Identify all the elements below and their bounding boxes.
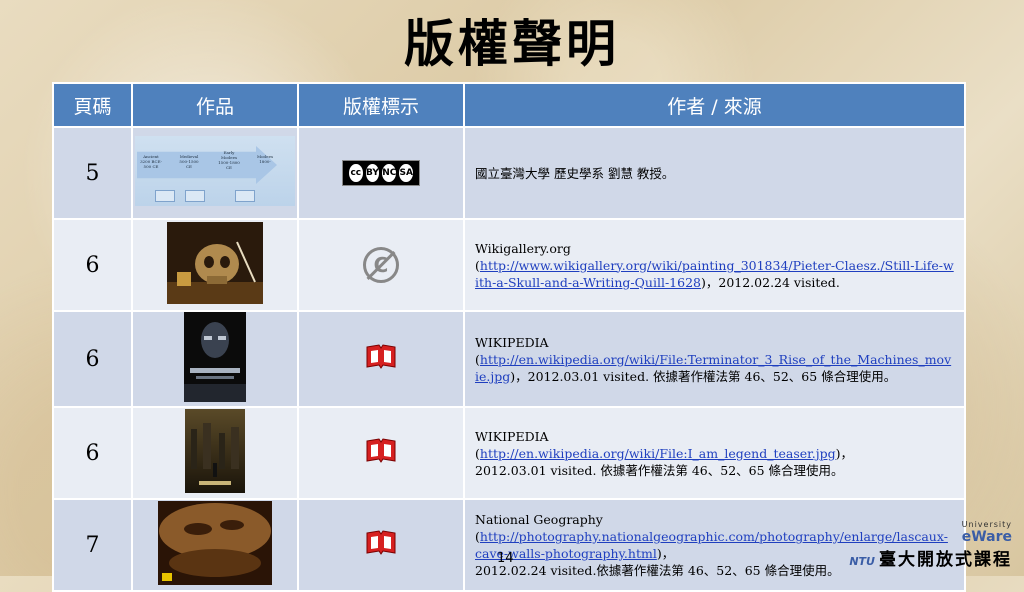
table-row: 5 Ancient 3200 BCE-500 CE Medieval 500-150… [52, 126, 966, 220]
cc-by-icon: BY [365, 164, 380, 182]
fair-use-note: 2012.03.01 visited. 依據著作權法第 46、52、65 條合理… [475, 462, 844, 478]
fair-use-book-icon [365, 343, 397, 375]
source-name: WIKIPEDIA [475, 334, 549, 350]
table-header-row: 頁碼 作品 版權標示 作者 / 來源 [52, 82, 966, 128]
visited-note: ，2012.03.01 visited. 依據著作權法第 46、52、65 條合… [515, 368, 897, 384]
logo-courseware-text: eWare [961, 529, 1012, 545]
page-number: 14 [497, 551, 514, 566]
page-title: 版權聲明 [404, 15, 620, 73]
header-page: 頁碼 [52, 82, 133, 128]
cc-nc-icon: NC [382, 164, 397, 182]
source-name: 國立臺灣大學 歷史學系 劉慧 教授。 [475, 165, 675, 181]
work-cell: Ancient 3200 BCE-500 CE Medieval 500-1500… [131, 126, 299, 220]
page-number-cell: 5 [52, 126, 133, 220]
source-cell: 國立臺灣大學 歷史學系 劉慧 教授。 [463, 126, 966, 220]
visited-note: ， [661, 546, 675, 561]
table-row: 7 National Geography (http://photography.n… [52, 498, 966, 592]
license-cell [297, 406, 465, 500]
fair-use-book-icon [365, 529, 397, 561]
visited-note: ， [840, 445, 853, 461]
ntu-opencourseware-logo: University eWare NTU 臺大開放式課程 [849, 520, 1012, 570]
work-cell [131, 498, 299, 592]
header-license: 版權標示 [297, 82, 465, 128]
source-cell: Wikigallery.org (http://www.wikigallery.o… [463, 218, 966, 312]
header-work: 作品 [131, 82, 299, 128]
poster-terminator-thumbnail [184, 312, 246, 406]
table-row: 6 C Wikigallery.org (http://www.wikigallery… [52, 218, 966, 312]
timeline-segment: Modern 1800- [257, 154, 273, 164]
source-link[interactable]: http://en.wikipedia.org/wiki/File:I_am_l… [480, 446, 836, 461]
history-timeline-diagram: Ancient 3200 BCE-500 CE Medieval 500-1500… [135, 136, 295, 206]
timeline-subperiod-box [235, 190, 255, 202]
timeline-thumbnail: Ancient 3200 BCE-500 CE Medieval 500-1500… [135, 136, 295, 210]
cc-by-nc-sa-icon: cc BY NC SA [342, 160, 420, 186]
source-name: Wikigallery.org [475, 240, 571, 256]
work-cell [131, 218, 299, 312]
painting-thumbnail [167, 222, 263, 308]
fair-use-book-icon [365, 437, 397, 469]
source-cell: WIKIPEDIA (http://en.wikipedia.org/wiki/F… [463, 310, 966, 408]
page-number-cell: 6 [52, 406, 133, 500]
logo-university-text: University [961, 520, 1012, 529]
logo-ntu-text: NTU [849, 555, 875, 568]
work-cell [131, 310, 299, 408]
header-source: 作者 / 來源 [463, 82, 966, 128]
license-cell [297, 310, 465, 408]
license-cell [297, 498, 465, 592]
timeline-segment: Early Modern 1500-1800 CE [218, 150, 240, 170]
page-number-cell: 6 [52, 218, 133, 312]
license-cell: cc BY NC SA [297, 126, 465, 220]
timeline-subperiod-box [185, 190, 205, 202]
source-link-line: (http://en.wikipedia.org/wiki/File:Termi… [475, 351, 952, 384]
copyright-table: 頁碼 作品 版權標示 作者 / 來源 5 Ancient 3200 BCE-500… [52, 82, 966, 592]
public-domain-icon: C [363, 247, 399, 283]
logo-name-text: 臺大開放式課程 [879, 550, 1012, 570]
work-cell [131, 406, 299, 500]
license-cell: C [297, 218, 465, 312]
source-name: WIKIPEDIA [475, 428, 549, 444]
table-row: 6 WIKIPEDIA (http://en.wikipedia.org/wiki/… [52, 406, 966, 500]
cc-sa-icon: SA [399, 164, 414, 182]
page-number-cell: 7 [52, 498, 133, 592]
visited-note: ，2012.02.24 visited. [705, 274, 840, 290]
source-cell: WIKIPEDIA (http://en.wikipedia.org/wiki/F… [463, 406, 966, 500]
table-row: 6 WIKIPEDIA (http://en.wikipedia.org/wiki/… [52, 310, 966, 408]
cc-icon: cc [349, 164, 363, 182]
timeline-subperiod-box [155, 190, 175, 202]
source-link-line: (http://en.wikipedia.org/wiki/File:I_am_… [475, 445, 853, 461]
poster-legend-thumbnail [185, 409, 245, 497]
timeline-segment: Medieval 500-1500 CE [179, 154, 199, 169]
timeline-segment: Ancient 3200 BCE-500 CE [140, 154, 162, 169]
source-link-line: (http://www.wikigallery.org/wiki/paintin… [475, 257, 954, 290]
page-number-cell: 6 [52, 310, 133, 408]
